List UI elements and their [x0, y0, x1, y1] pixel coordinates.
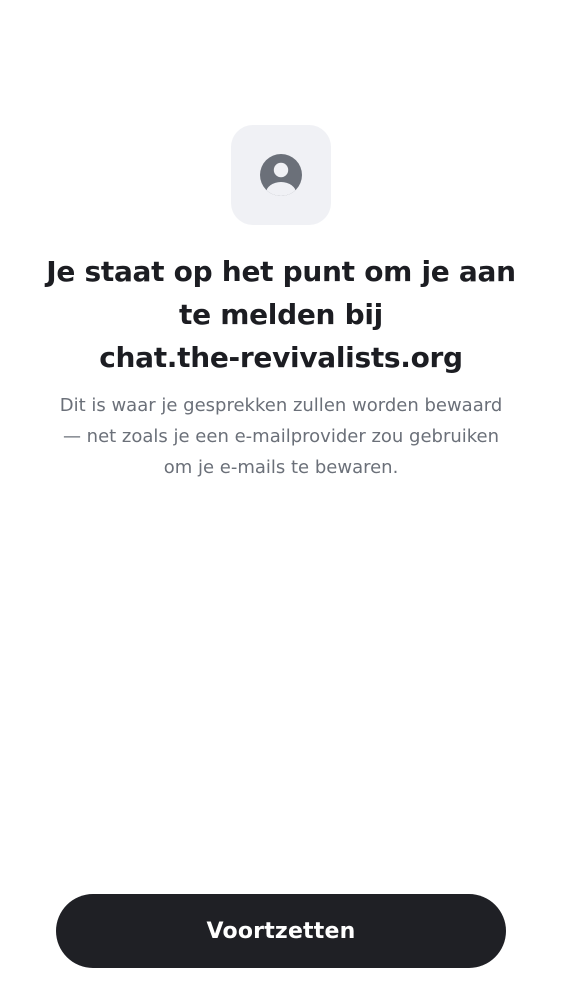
title-line: Je staat op het punt om je aan: [46, 255, 516, 288]
user-circle-icon: [260, 154, 302, 196]
account-icon-tile: [231, 125, 331, 225]
continue-button[interactable]: Voortzetten: [56, 894, 506, 968]
explanation-line: — net zoals je een e-mailprovider zou ge…: [62, 426, 500, 447]
explanation-line: Dit is waar je gesprekken zullen worden …: [59, 395, 503, 416]
server-explanation: Dit is waar je gesprekken zullen worden …: [24, 390, 538, 483]
page-title: Je staat op het punt om je aan te melden…: [30, 250, 532, 379]
title-line-server-name: chat.the-revivalists.org: [99, 341, 463, 374]
title-line: te melden bij: [179, 298, 383, 331]
explanation-line: om je e-mails te bewaren.: [163, 457, 399, 478]
